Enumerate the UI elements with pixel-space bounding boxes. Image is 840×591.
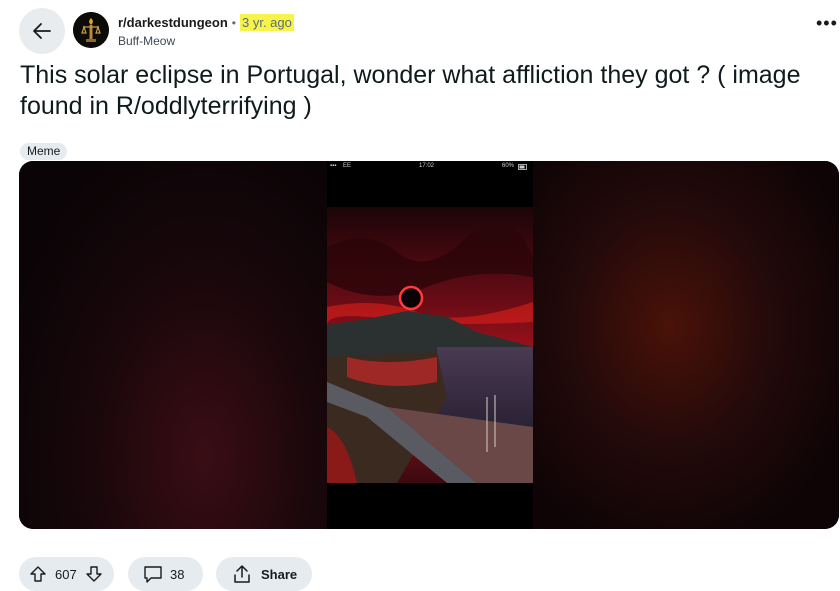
comment-count: 38 [170, 566, 185, 582]
upvote-icon[interactable] [28, 564, 48, 584]
subreddit-avatar[interactable] [73, 12, 109, 48]
downvote-icon[interactable] [84, 564, 104, 584]
separator-dot: • [231, 15, 236, 30]
overflow-menu-button[interactable]: ••• [816, 14, 838, 32]
comment-icon [142, 563, 164, 585]
battery-icon [518, 164, 527, 170]
post-flair[interactable]: Meme [20, 143, 68, 160]
share-button[interactable]: Share [216, 557, 312, 591]
post-age: 3 yr. ago [240, 14, 294, 31]
back-arrow-icon [33, 23, 51, 39]
phone-screenshot: ▪▪▪ EE 17:02 60% [327, 161, 533, 529]
vote-count: 607 [55, 566, 77, 582]
share-icon [231, 563, 253, 585]
phone-carrier: EE [343, 163, 352, 169]
media-blur-left [19, 161, 327, 529]
back-button[interactable] [19, 8, 65, 54]
vote-bar: 607 [19, 557, 114, 591]
phone-time: 17:02 [419, 163, 435, 169]
post-title: This solar eclipse in Portugal, wonder w… [20, 61, 801, 120]
phone-signal-icon: ▪▪▪ [330, 163, 337, 169]
subreddit-name[interactable]: r/darkestdungeon [118, 15, 228, 30]
post-media[interactable]: ▪▪▪ EE 17:02 60% [19, 161, 839, 529]
media-blur-right [533, 161, 839, 529]
torch-emblem-icon [73, 12, 109, 48]
eclipse-photo [327, 207, 533, 483]
share-label: Share [261, 566, 298, 582]
phone-battery: 60% [502, 163, 515, 169]
post-author[interactable]: Buff-Meow [118, 34, 175, 48]
comments-button[interactable]: 38 [128, 557, 203, 591]
